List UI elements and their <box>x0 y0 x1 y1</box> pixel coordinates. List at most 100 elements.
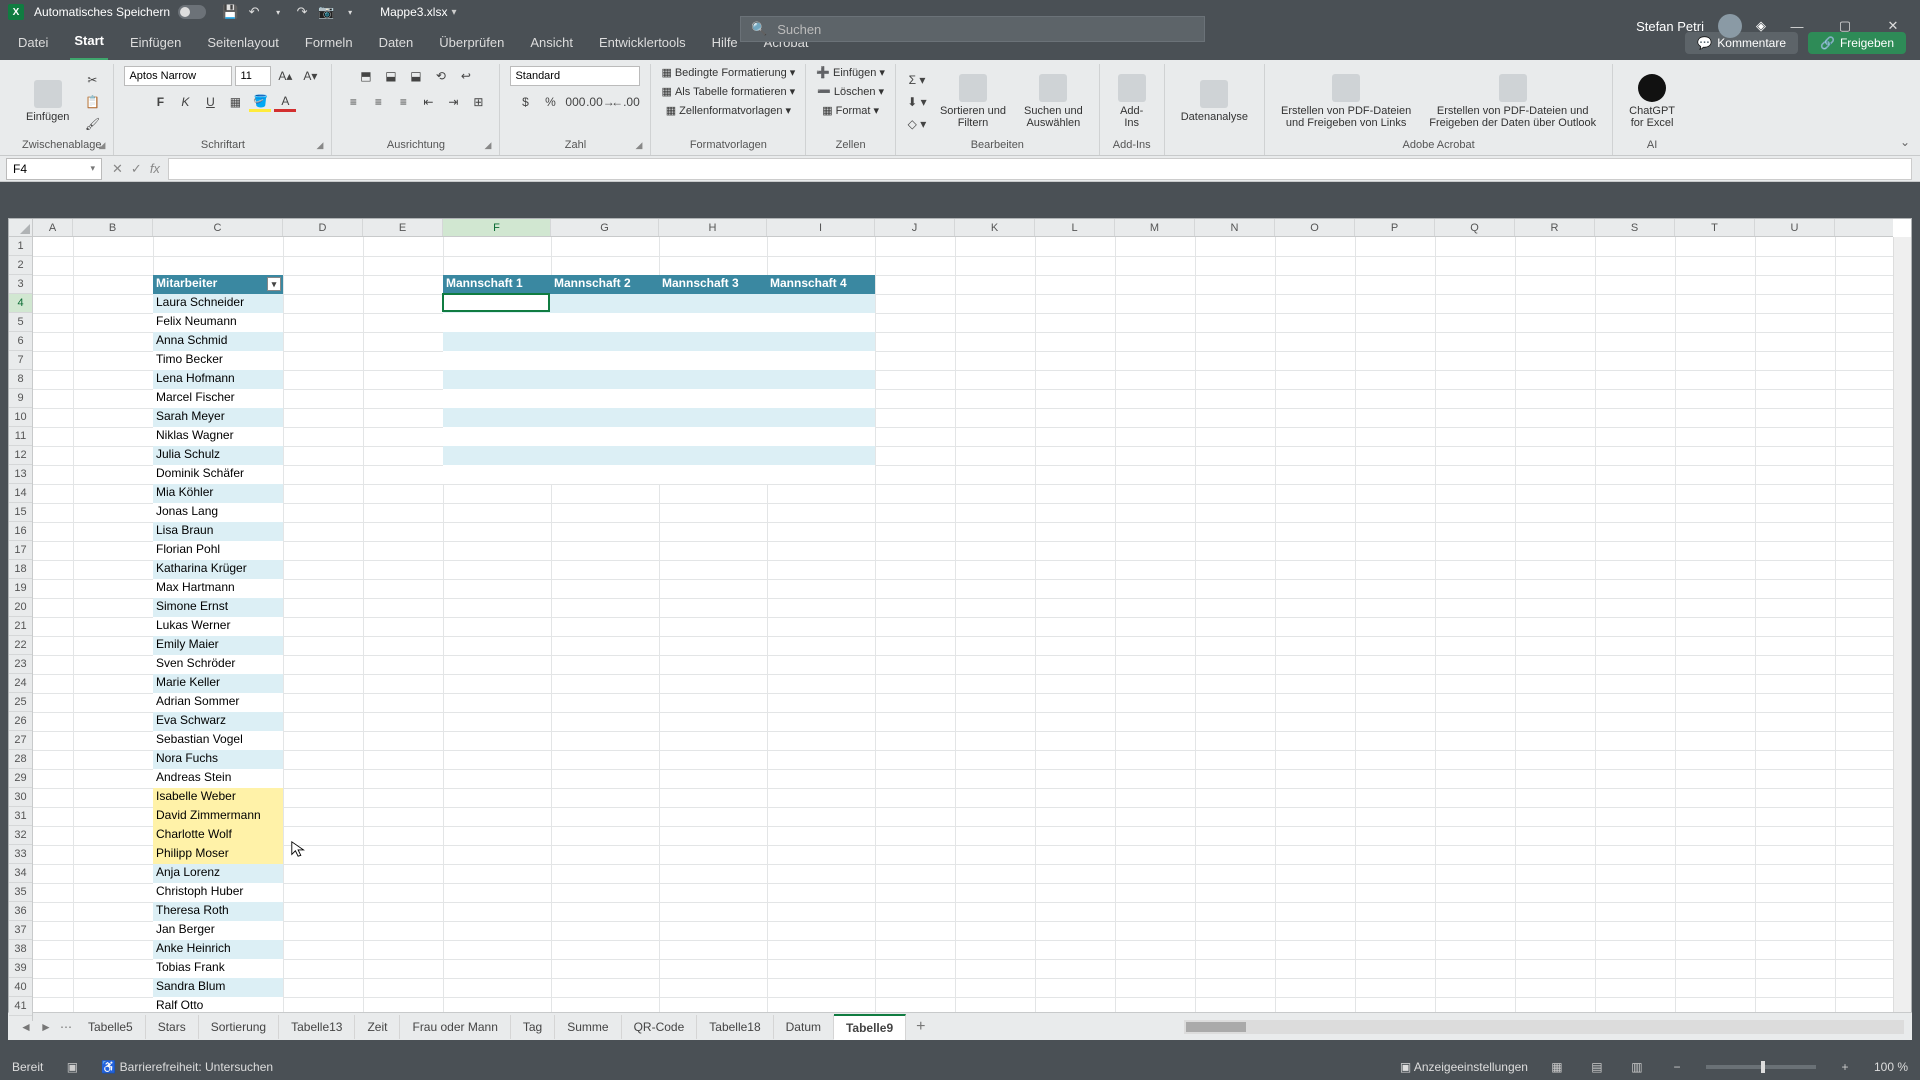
enter-formula-icon[interactable]: ✓ <box>131 161 142 177</box>
col-header-U[interactable]: U <box>1755 219 1835 236</box>
row-header-16[interactable]: 16 <box>9 522 32 541</box>
sheet-nav-menu-icon[interactable]: ⋯ <box>56 1020 76 1034</box>
row-header-27[interactable]: 27 <box>9 731 32 750</box>
col-header-B[interactable]: B <box>73 219 153 236</box>
col-header-P[interactable]: P <box>1355 219 1435 236</box>
format-as-table-button[interactable]: ▦ Als Tabelle formatieren ▾ <box>662 85 796 98</box>
row-header-2[interactable]: 2 <box>9 256 32 275</box>
cell[interactable] <box>551 427 659 446</box>
wrap-text-icon[interactable]: ↩ <box>455 66 477 86</box>
row-header-18[interactable]: 18 <box>9 560 32 579</box>
row-header-24[interactable]: 24 <box>9 674 32 693</box>
cell[interactable]: Katharina Krüger <box>153 560 283 579</box>
cell[interactable]: Mitarbeiter▾ <box>153 275 283 294</box>
decrease-decimal-icon[interactable]: ←.00 <box>614 92 636 112</box>
increase-decimal-icon[interactable]: .00→ <box>589 92 611 112</box>
row-header-30[interactable]: 30 <box>9 788 32 807</box>
sheet-tab-tabelle13[interactable]: Tabelle13 <box>279 1015 355 1039</box>
row-header-37[interactable]: 37 <box>9 921 32 940</box>
col-header-S[interactable]: S <box>1595 219 1675 236</box>
cell[interactable] <box>767 370 875 389</box>
launcher-icon[interactable]: ◢ <box>636 140 643 151</box>
cell[interactable] <box>659 389 767 408</box>
accessibility-status[interactable]: ♿ Barrierefreiheit: Untersuchen <box>101 1060 273 1074</box>
zoom-label[interactable]: 100 % <box>1874 1060 1908 1074</box>
row-header-40[interactable]: 40 <box>9 978 32 997</box>
avatar[interactable] <box>1718 14 1742 38</box>
cell[interactable]: Julia Schulz <box>153 446 283 465</box>
cell[interactable]: David Zimmermann <box>153 807 283 826</box>
cell[interactable] <box>767 389 875 408</box>
cell[interactable]: Theresa Roth <box>153 902 283 921</box>
cell[interactable]: Emily Maier <box>153 636 283 655</box>
name-box[interactable]: F4▾ <box>6 158 102 180</box>
row-header-39[interactable]: 39 <box>9 959 32 978</box>
pdf-share-outlook-button[interactable]: Erstellen von PDF-Dateien und Freigeben … <box>1423 70 1602 133</box>
conditional-formatting-button[interactable]: ▦ Bedingte Formatierung ▾ <box>661 66 795 79</box>
cell[interactable] <box>659 446 767 465</box>
collapse-ribbon-icon[interactable]: ⌄ <box>1900 135 1910 149</box>
row-header-28[interactable]: 28 <box>9 750 32 769</box>
find-select-button[interactable]: Suchen und Auswählen <box>1018 70 1089 133</box>
tab-daten[interactable]: Daten <box>375 29 418 60</box>
cells-area[interactable]: Mitarbeiter▾Laura SchneiderFelix Neumann… <box>33 237 1893 1021</box>
cell[interactable]: Lisa Braun <box>153 522 283 541</box>
row-header-25[interactable]: 25 <box>9 693 32 712</box>
cell[interactable]: Sandra Blum <box>153 978 283 997</box>
view-pagebreak-icon[interactable]: ▥ <box>1626 1058 1648 1076</box>
align-top-icon[interactable]: ⬒ <box>355 66 377 86</box>
cell[interactable]: Jonas Lang <box>153 503 283 522</box>
increase-font-icon[interactable]: A▴ <box>274 66 296 86</box>
launcher-icon[interactable]: ◢ <box>99 140 106 151</box>
tab-seitenlayout[interactable]: Seitenlayout <box>203 29 283 60</box>
format-painter-icon[interactable]: 🖌 <box>81 114 103 134</box>
display-settings-button[interactable]: ▣ Anzeigeeinstellungen <box>1400 1060 1528 1074</box>
cell[interactable]: Philipp Moser <box>153 845 283 864</box>
cell[interactable] <box>443 465 551 484</box>
cell[interactable] <box>551 332 659 351</box>
qat-customize-icon[interactable]: ▾ <box>340 2 360 22</box>
row-header-21[interactable]: 21 <box>9 617 32 636</box>
cell[interactable]: Dominik Schäfer <box>153 465 283 484</box>
comma-icon[interactable]: 000 <box>564 92 586 112</box>
paste-button[interactable]: Einfügen <box>20 76 75 127</box>
pdf-share-link-button[interactable]: Erstellen von PDF-Dateien und Freigeben … <box>1275 70 1417 133</box>
cell[interactable] <box>767 351 875 370</box>
row-header-6[interactable]: 6 <box>9 332 32 351</box>
cell[interactable] <box>659 370 767 389</box>
sheet-tab-datum[interactable]: Datum <box>774 1015 834 1039</box>
cell[interactable]: Anna Schmid <box>153 332 283 351</box>
row-header-4[interactable]: 4 <box>9 294 32 313</box>
col-header-L[interactable]: L <box>1035 219 1115 236</box>
col-header-O[interactable]: O <box>1275 219 1355 236</box>
cell[interactable] <box>443 370 551 389</box>
currency-icon[interactable]: $ <box>514 92 536 112</box>
copy-icon[interactable]: 📋 <box>81 92 103 112</box>
cell[interactable] <box>659 332 767 351</box>
cell-styles-button[interactable]: ▦ Zellenformatvorlagen ▾ <box>666 104 791 117</box>
align-right-icon[interactable]: ≡ <box>392 92 414 112</box>
view-normal-icon[interactable]: ▦ <box>1546 1058 1568 1076</box>
orientation-icon[interactable]: ⟲ <box>430 66 452 86</box>
cell[interactable] <box>551 389 659 408</box>
cell[interactable]: Jan Berger <box>153 921 283 940</box>
undo-dropdown-icon[interactable]: ▾ <box>268 2 288 22</box>
cell[interactable]: Sven Schröder <box>153 655 283 674</box>
tab-ansicht[interactable]: Ansicht <box>526 29 577 60</box>
col-header-G[interactable]: G <box>551 219 659 236</box>
cell[interactable] <box>443 389 551 408</box>
cell[interactable]: Isabelle Weber <box>153 788 283 807</box>
indent-increase-icon[interactable]: ⇥ <box>442 92 464 112</box>
sheet-tab-zeit[interactable]: Zeit <box>355 1015 400 1039</box>
sheet-tab-tabelle9[interactable]: Tabelle9 <box>834 1014 906 1040</box>
vertical-scrollbar[interactable] <box>1893 237 1911 1021</box>
cell[interactable] <box>443 408 551 427</box>
cell[interactable] <box>443 313 551 332</box>
cell[interactable] <box>551 408 659 427</box>
align-bottom-icon[interactable]: ⬓ <box>405 66 427 86</box>
col-header-D[interactable]: D <box>283 219 363 236</box>
col-header-N[interactable]: N <box>1195 219 1275 236</box>
tab-entwicklertools[interactable]: Entwicklertools <box>595 29 690 60</box>
cell[interactable]: Mannschaft 4 <box>767 275 875 294</box>
cell[interactable] <box>659 465 767 484</box>
